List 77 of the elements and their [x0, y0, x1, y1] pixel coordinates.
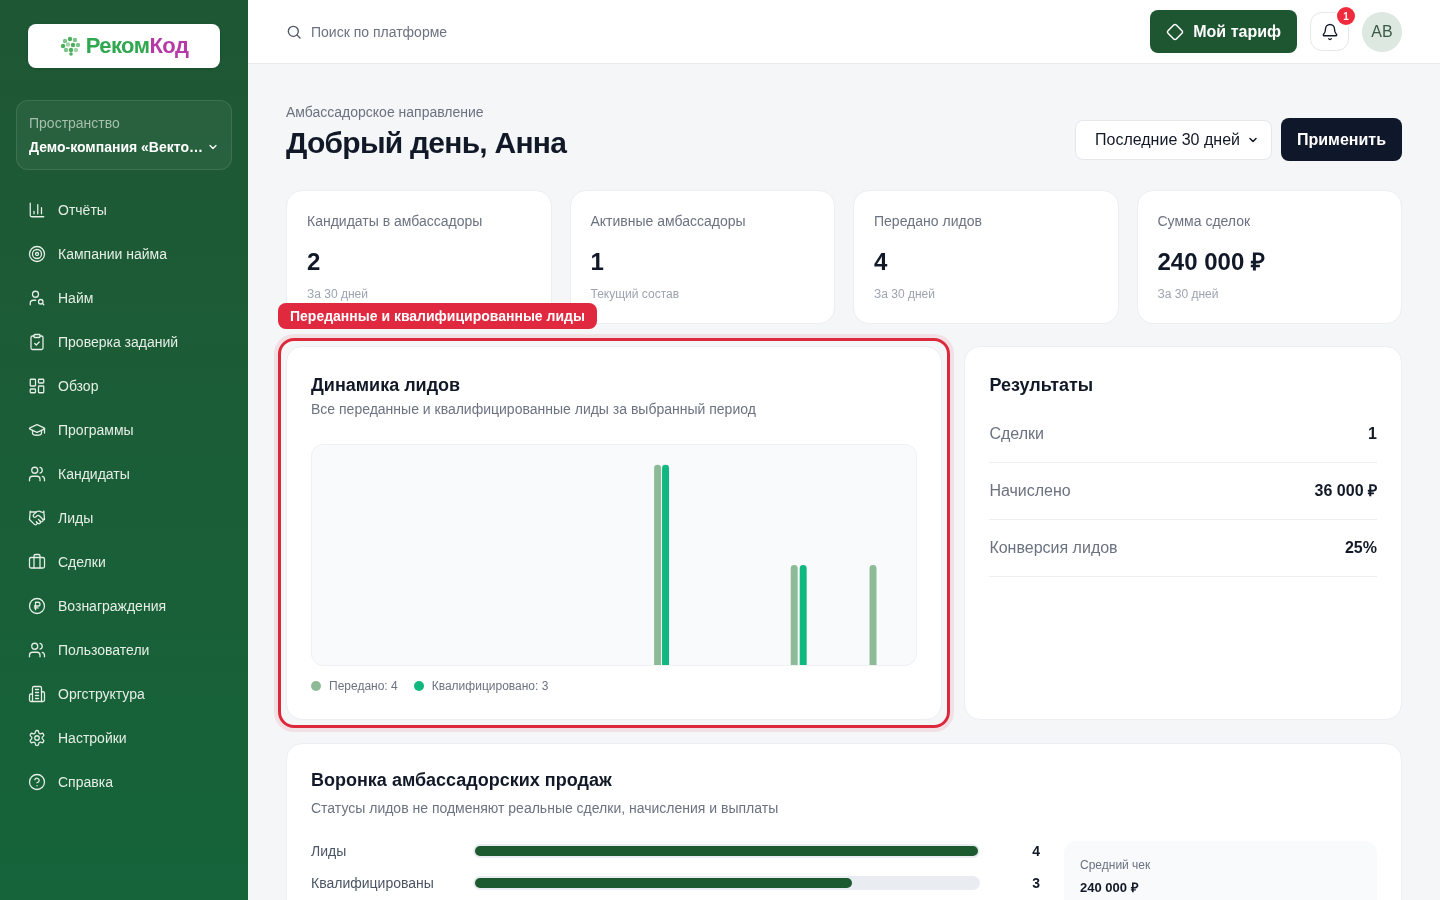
period-select[interactable]: Последние 30 дней — [1075, 119, 1272, 160]
nav-item[interactable]: Обзор — [16, 364, 232, 408]
funnel-label: Квалифицированы — [311, 874, 435, 893]
stat-note: За 30 дней — [1157, 286, 1220, 302]
stat-label: Передано лидов — [874, 212, 983, 231]
clipboard-check-icon — [28, 333, 46, 351]
nav-item[interactable]: Лиды — [16, 496, 232, 540]
result-label: Сделки — [989, 424, 1044, 444]
stat-note: За 30 дней — [874, 286, 936, 302]
graduation-cap-icon — [28, 421, 46, 439]
logo-card[interactable]: РекомКод — [28, 24, 220, 68]
stat-label: Активные амбассадоры — [590, 212, 747, 231]
search-icon — [286, 23, 302, 40]
summary-label: Средний чек — [1080, 857, 1152, 873]
search-field[interactable]: Поиск по платформе — [311, 21, 611, 42]
notification-count: 1 — [1337, 7, 1355, 25]
summary-value: 240 000 ₽ — [1080, 880, 1140, 896]
legend-label: Передано: 4 — [329, 678, 398, 694]
nav-item[interactable]: Справка — [16, 760, 232, 804]
funnel-value: 4 — [1031, 842, 1040, 861]
page-title: Добрый день, Анна — [286, 125, 567, 161]
highlight-label: Переданные и квалифицированные лиды — [278, 303, 597, 329]
apply-button[interactable]: Применить — [1281, 118, 1402, 161]
target-icon — [28, 245, 46, 263]
plan-button[interactable]: Мой тариф — [1150, 10, 1297, 53]
card-title: Воронка амбассадорских продаж — [311, 769, 613, 792]
funnel-value: 3 — [1031, 874, 1040, 893]
card-title: Динамика лидов — [311, 374, 462, 397]
funnel-label: Лиды — [311, 842, 348, 861]
workspace-switcher[interactable]: Пространство Демо-компания «Векто… — [16, 100, 232, 170]
nav-item[interactable]: Сделки — [16, 540, 232, 584]
nav-item[interactable]: Пользователи — [16, 628, 232, 672]
result-label: Конверсия лидов — [989, 538, 1118, 558]
users-icon — [28, 641, 46, 659]
nav-item[interactable]: Кампании найма — [16, 232, 232, 276]
stat-note: Текущий состав — [590, 286, 681, 302]
workspace-name: Демо-компания «Векто… — [29, 138, 203, 157]
user-search-icon — [28, 289, 46, 307]
stat-label: Сумма сделок — [1157, 212, 1252, 231]
briefcase-icon — [28, 553, 46, 571]
building-icon — [28, 685, 46, 703]
section-label: Амбассадорское направление — [286, 103, 485, 122]
stat-value: 2 — [307, 247, 322, 277]
ruble-coin-icon — [28, 597, 46, 615]
logo-text: РекомКод — [85, 35, 189, 57]
result-value: 25% — [1344, 538, 1377, 558]
nav-item[interactable]: Кандидаты — [16, 452, 232, 496]
dot-cluster-icon — [59, 36, 82, 56]
nav-item[interactable]: Найм — [16, 276, 232, 320]
help-icon — [28, 773, 46, 791]
nav-item[interactable]: Проверка заданий — [16, 320, 232, 364]
stat-label: Кандидаты в амбассадоры — [307, 212, 484, 231]
card-subtitle: Статусы лидов не подменяют реальные сделки, начисления и выплаты — [311, 799, 780, 818]
nav-item[interactable]: Программы — [16, 408, 232, 452]
nav-item[interactable]: Настройки — [16, 716, 232, 760]
stat-note: За 30 дней — [307, 286, 369, 302]
result-label: Начислено — [989, 481, 1071, 501]
settings-icon — [28, 729, 46, 747]
diamond-icon — [1166, 22, 1185, 41]
grid-icon — [28, 377, 46, 395]
legend-label: Квалифицировано: 3 — [431, 678, 549, 694]
bell-icon — [1320, 22, 1339, 41]
workspace-label: Пространство — [29, 114, 121, 133]
stat-value: 240 000 ₽ — [1157, 247, 1266, 277]
handshake-icon — [28, 509, 46, 527]
result-value: 1 — [1368, 424, 1377, 444]
nav-item[interactable]: Оргструктура — [16, 672, 232, 716]
card-title: Результаты — [989, 374, 1095, 397]
stat-value: 1 — [590, 247, 605, 277]
result-value: 36 000 ₽ — [1314, 481, 1377, 501]
user-avatar[interactable]: АВ — [1362, 11, 1402, 52]
users-icon — [28, 465, 46, 483]
stat-value: 4 — [874, 247, 889, 277]
nav-item[interactable]: Отчёты — [16, 188, 232, 232]
card-subtitle: Все переданные и квалифицированные лиды за выбранный период — [311, 400, 757, 419]
nav-item[interactable]: Вознаграждения — [16, 584, 232, 628]
bar-chart-icon — [28, 201, 46, 219]
